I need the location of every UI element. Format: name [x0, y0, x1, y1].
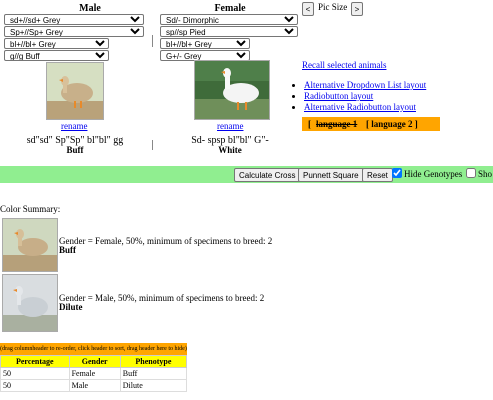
table-drag-hint[interactable]: (drag columnheader to re-order, click he…: [0, 343, 187, 355]
summary-item-text: Gender = Female, 50%, minimum of specime…: [59, 236, 273, 246]
male-rename-link[interactable]: rename: [61, 121, 87, 131]
female-goose-photo: [194, 60, 270, 120]
goose-image-icon: [3, 219, 57, 271]
layout-link-item: Alternative Radiobutton layout: [304, 102, 490, 113]
male-select-4[interactable]: g//g Buff: [4, 50, 109, 61]
male-select-3[interactable]: bl+//bl+ Grey: [4, 38, 109, 49]
table-cell: Male: [68, 379, 121, 392]
male-header: Male: [79, 3, 101, 14]
goose-image-icon: [195, 61, 269, 119]
column-header-gender[interactable]: Gender: [68, 355, 121, 368]
column-separator: [152, 35, 153, 47]
radiobutton-layout-link[interactable]: Radiobutton layout: [304, 91, 373, 101]
alternative-dropdown-layout-link[interactable]: Alternative Dropdown List layout: [304, 80, 426, 90]
female-rename-link[interactable]: rename: [217, 121, 243, 131]
column-header-phenotype[interactable]: Phenotype: [119, 355, 188, 368]
alternative-radiobutton-layout-link[interactable]: Alternative Radiobutton layout: [304, 102, 416, 112]
layout-link-item: Alternative Dropdown List layout: [304, 80, 490, 91]
table-cell: 50: [0, 367, 70, 380]
action-toolbar: Calculate Cross Punnett Square Reset Hid…: [0, 166, 493, 183]
language-bar: [ language 1 [ language 2 ]: [302, 117, 440, 131]
show-label: Sho: [478, 169, 493, 179]
male-select-2[interactable]: Sp+//Sp+ Grey: [4, 26, 144, 37]
layout-links-list: Alternative Dropdown List layout Radiobu…: [290, 80, 490, 113]
summary-buff-photo: [2, 218, 58, 272]
summary-item-name: Dilute: [59, 302, 83, 312]
hide-genotypes-checkbox[interactable]: [392, 168, 402, 178]
male-phenotype: Buff: [66, 145, 84, 155]
pic-size-prev-button[interactable]: <: [302, 2, 314, 16]
layout-link-item: Radiobutton layout: [304, 91, 490, 102]
female-header: Female: [214, 3, 246, 14]
table-row: 50 Male Dilute: [0, 379, 188, 392]
summary-dilute-photo: [2, 274, 58, 332]
female-phenotype: White: [218, 145, 242, 155]
show-checkbox[interactable]: [466, 168, 476, 178]
column-separator: [152, 140, 153, 150]
male-select-1[interactable]: sd+//sd+ Grey: [4, 14, 144, 25]
table-cell: 50: [0, 379, 70, 392]
pic-size-next-button[interactable]: >: [351, 2, 363, 16]
table-cell: Buff: [119, 367, 188, 380]
summary-item-name: Buff: [59, 245, 77, 255]
punnett-square-button[interactable]: Punnett Square: [298, 168, 364, 182]
color-summary-title: Color Summary:: [0, 204, 61, 214]
goose-image-icon: [47, 63, 103, 119]
bracket-open: [: [308, 119, 311, 129]
female-select-2[interactable]: sp//sp Pied: [160, 26, 298, 37]
recall-selected-animals-link[interactable]: Recall selected animals: [302, 60, 386, 70]
column-header-percentage[interactable]: Percentage: [0, 355, 70, 368]
male-goose-photo: [46, 62, 104, 120]
hide-genotypes-label: Hide Genotypes: [404, 169, 463, 179]
summary-item-text: Gender = Male, 50%, minimum of specimens…: [59, 293, 265, 303]
pic-size-label: Pic Size: [318, 2, 348, 12]
table-cell: Dilute: [119, 379, 188, 392]
female-select-1[interactable]: Sd/- Dimorphic: [160, 14, 298, 25]
goose-image-icon: [3, 275, 57, 331]
results-table: Percentage Gender Phenotype 50 Female Bu…: [0, 355, 188, 392]
table-cell: Female: [68, 367, 121, 380]
calculate-cross-button[interactable]: Calculate Cross: [234, 168, 301, 182]
table-row: 50 Female Buff: [0, 367, 188, 380]
female-select-3[interactable]: bl+//bl+ Grey: [160, 38, 250, 49]
reset-button[interactable]: Reset: [362, 168, 393, 182]
language-2-option[interactable]: [ language 2 ]: [366, 117, 418, 131]
language-1-option[interactable]: language 1: [316, 117, 357, 131]
